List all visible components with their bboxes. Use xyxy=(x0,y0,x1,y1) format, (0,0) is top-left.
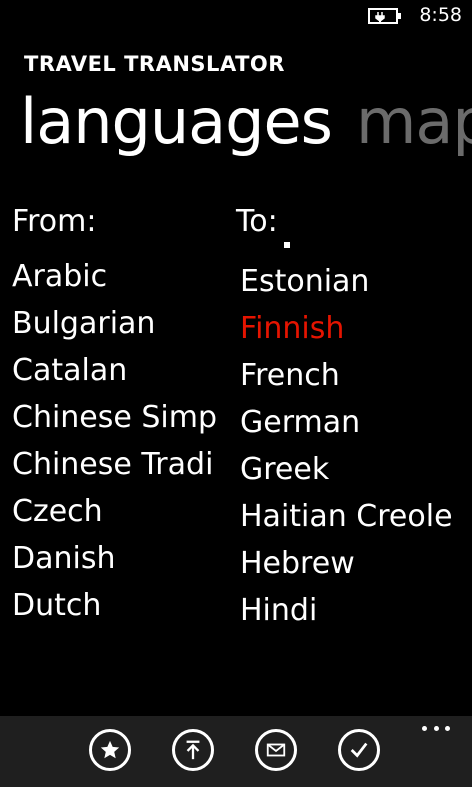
email-button[interactable] xyxy=(255,729,297,771)
more-icon[interactable] xyxy=(422,726,450,736)
pivot-tab-map[interactable]: map xyxy=(356,82,472,162)
from-header: From: xyxy=(12,204,97,239)
from-column: From: Arabic Bulgarian Catalan Chinese S… xyxy=(12,200,222,629)
app-title: TRAVEL TRANSLATOR xyxy=(24,52,285,76)
status-bar: 8:58 xyxy=(0,0,472,32)
to-language-item[interactable]: Hebrew xyxy=(236,540,472,587)
accept-button[interactable] xyxy=(338,729,380,771)
scrolled-item-remnant xyxy=(276,238,296,252)
to-language-item[interactable]: Hindi xyxy=(236,587,472,634)
check-icon xyxy=(350,742,368,758)
pivot-tab-languages[interactable]: languages xyxy=(20,82,333,162)
from-language-item[interactable]: Arabic xyxy=(12,253,222,300)
from-language-item[interactable]: Czech xyxy=(12,488,222,535)
app-bar xyxy=(0,716,472,787)
upload-button[interactable] xyxy=(172,729,214,771)
to-language-item-selected[interactable]: Finnish xyxy=(236,305,472,352)
clock: 8:58 xyxy=(419,4,462,26)
to-language-item[interactable]: Haitian Creole xyxy=(236,493,472,540)
favorite-button[interactable] xyxy=(89,729,131,771)
star-icon xyxy=(100,740,120,759)
to-column: To: Estonian Finnish French German Greek… xyxy=(236,200,472,634)
from-language-list[interactable]: Arabic Bulgarian Catalan Chinese Simp Ch… xyxy=(12,253,222,629)
to-language-item[interactable]: German xyxy=(236,399,472,446)
mail-icon xyxy=(266,743,286,757)
to-language-list[interactable]: Estonian Finnish French German Greek Hai… xyxy=(236,258,472,634)
from-language-item[interactable]: Chinese Tradi xyxy=(12,441,222,488)
from-language-item[interactable]: Dutch xyxy=(12,582,222,629)
to-language-item[interactable]: French xyxy=(236,352,472,399)
upload-icon xyxy=(186,740,200,760)
to-language-item[interactable]: Estonian xyxy=(236,258,472,305)
from-language-item[interactable]: Bulgarian xyxy=(12,300,222,347)
battery-charging-icon xyxy=(368,8,401,24)
from-language-item[interactable]: Danish xyxy=(12,535,222,582)
from-language-item[interactable]: Chinese Simp xyxy=(12,394,222,441)
pivot-header: languages map xyxy=(20,82,472,162)
to-header: To: xyxy=(236,204,278,239)
from-language-item[interactable]: Catalan xyxy=(12,347,222,394)
to-language-item[interactable]: Greek xyxy=(236,446,472,493)
